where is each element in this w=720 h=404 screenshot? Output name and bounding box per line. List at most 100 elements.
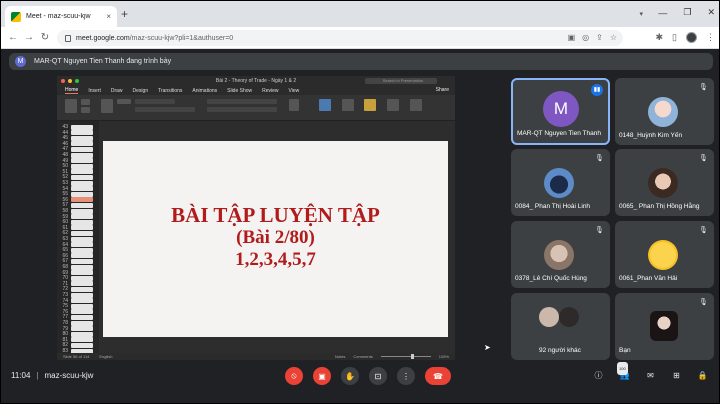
hand-icon: ✋ bbox=[345, 371, 355, 381]
activities-icon[interactable]: ⊞ bbox=[670, 369, 683, 382]
status-zoom: 105% bbox=[438, 354, 449, 359]
participant-name: 0061_Phan Văn Hải bbox=[619, 275, 678, 282]
ppt-search-box: Search in Presentation bbox=[365, 78, 437, 84]
current-slide: BÀI TẬP LUYỆN TẬP (Bài 2/80) 1,2,3,4,5,7 bbox=[103, 141, 448, 337]
participant-photo bbox=[648, 97, 678, 127]
camera-permission-icon[interactable]: ▣ bbox=[568, 33, 576, 42]
leave-call-button[interactable]: ☎ bbox=[425, 367, 451, 385]
presenting-banner: M MAR-QT Nguyen Tien Thanh đang trình bà… bbox=[9, 53, 713, 70]
mac-minimize-icon bbox=[68, 79, 72, 83]
ppt-tab-insert: Insert bbox=[88, 87, 101, 94]
url-domain: meet.google.com bbox=[76, 34, 130, 42]
browser-window: Meet - maz-scuu-kjw × + ▾ — ❐ ✕ ← → ↻ me… bbox=[0, 0, 720, 404]
status-comments: Comments bbox=[353, 354, 373, 359]
present-button[interactable]: ⊡ bbox=[369, 367, 387, 385]
camera-off-icon: ▣ bbox=[318, 371, 326, 381]
maximize-icon[interactable]: ❐ bbox=[683, 7, 691, 18]
participant-tile[interactable]: 🎙︎ 0061_Phan Văn Hải bbox=[615, 221, 714, 288]
host-controls-icon[interactable]: 🔒 bbox=[696, 369, 709, 382]
ppt-tab-transitions: Transitions bbox=[158, 87, 183, 94]
tab-search-icon[interactable]: ▾ bbox=[639, 10, 643, 18]
meeting-time: 11:04 bbox=[11, 371, 31, 380]
participant-tile[interactable]: 🎙︎ 0148_Huỳnh Kim Yến bbox=[615, 78, 714, 145]
browser-toolbar: ← → ↻ meet.google.com/maz-scuu-kjw?pli=1… bbox=[1, 27, 719, 49]
meet-favicon-icon bbox=[11, 11, 21, 22]
camera-toggle-button[interactable]: ▣ bbox=[313, 367, 331, 385]
participant-photo bbox=[648, 240, 678, 270]
google-lens-icon[interactable]: ◎ bbox=[582, 33, 589, 42]
separator: | bbox=[36, 371, 39, 380]
self-tile[interactable]: 🎙︎ Bạn bbox=[615, 293, 714, 360]
participant-photo bbox=[544, 240, 574, 270]
zoom-slider bbox=[380, 354, 431, 359]
slide-content: BÀI TẬP LUYỆN TẬP (Bài 2/80) 1,2,3,4,5,7 bbox=[103, 203, 448, 271]
self-video bbox=[650, 311, 678, 341]
slide-subheading: (Bài 2/80) bbox=[236, 227, 315, 248]
status-notes: Notes bbox=[334, 354, 346, 359]
meeting-details-icon[interactable]: ⓘ bbox=[592, 369, 605, 382]
presenting-text: MAR-QT Nguyen Tien Thanh đang trình bày bbox=[34, 58, 172, 65]
mic-off-icon: 🎙︎ bbox=[699, 299, 708, 306]
participant-photo bbox=[539, 307, 559, 327]
slide-heading: BÀI TẬP LUYỆN TẬP bbox=[171, 203, 380, 227]
status-slide-count: Slide 56 of 114 bbox=[63, 354, 90, 359]
reload-icon[interactable]: ↻ bbox=[37, 32, 53, 43]
status-language: English bbox=[99, 354, 113, 359]
end-call-icon: ☎ bbox=[433, 371, 443, 381]
participant-tile[interactable]: 🎙︎ 0084_ Phan Thị Hoài Linh bbox=[511, 149, 610, 216]
people-button[interactable]: 100 👥 bbox=[617, 362, 631, 382]
ppt-tab-slide-show: Slide Show bbox=[227, 87, 253, 94]
ppt-ribbon bbox=[57, 95, 455, 121]
participant-name: MAR-QT Nguyen Tien Thanh bbox=[517, 130, 601, 137]
ppt-tab-home: Home bbox=[65, 87, 79, 94]
participant-tile[interactable]: M ▮▮ MAR-QT Nguyen Tien Thanh bbox=[511, 78, 610, 145]
chat-icon[interactable]: ✉ bbox=[644, 369, 657, 382]
mic-off-icon: ⦸ bbox=[291, 371, 297, 380]
speaking-indicator-icon: ▮▮ bbox=[591, 84, 603, 96]
ppt-status-bar: Slide 56 of 114 English Notes Comments 1… bbox=[57, 353, 455, 360]
ppt-tab-view: View bbox=[288, 87, 300, 94]
mic-toggle-button[interactable]: ⦸ bbox=[285, 367, 303, 385]
participant-name: 0148_Huỳnh Kim Yến bbox=[619, 132, 683, 139]
call-controls: ⦸ ▣ ✋ ⊡ ⋮ ☎ bbox=[285, 367, 451, 385]
slide-exercise-list: 1,2,3,4,5,7 bbox=[235, 249, 316, 270]
mac-zoom-icon bbox=[75, 79, 79, 83]
participant-name: 0084_ Phan Thị Hoài Linh bbox=[515, 203, 591, 210]
shared-screen: Bài 2 - Theory of Trade - Ngày 1 & 2 Sea… bbox=[57, 76, 455, 360]
bookmark-star-icon[interactable]: ☆ bbox=[610, 33, 617, 42]
participant-avatar: M bbox=[543, 91, 579, 127]
share-icon[interactable]: ⇪ bbox=[596, 33, 603, 42]
slide-thumbnails[interactable]: 43 44 45 46 47 48 49 50 51 52 53 54 55 56 57 58 59 60 61 62… bbox=[57, 121, 99, 354]
back-icon[interactable]: ← bbox=[5, 32, 21, 43]
minimize-icon[interactable]: — bbox=[658, 8, 667, 18]
side-controls: ⓘ 100 👥 ✉ ⊞ 🔒 bbox=[592, 362, 709, 382]
slide-editor-area: BÀI TẬP LUYỆN TẬP (Bài 2/80) 1,2,3,4,5,7 bbox=[99, 121, 455, 353]
mic-off-icon: 🎙︎ bbox=[699, 227, 708, 234]
address-bar[interactable]: meet.google.com/maz-scuu-kjw?pli=1&authu… bbox=[57, 30, 623, 46]
meeting-code: maz-scuu-kjw bbox=[44, 371, 94, 380]
participant-photo bbox=[648, 168, 678, 198]
tab-title: Meet - maz-scuu-kjw bbox=[26, 13, 91, 20]
browser-tab[interactable]: Meet - maz-scuu-kjw × bbox=[5, 6, 117, 27]
side-panel-icon[interactable]: ▯ bbox=[672, 32, 677, 43]
ppt-title-bar: Bài 2 - Theory of Trade - Ngày 1 & 2 Sea… bbox=[57, 76, 455, 86]
url-path: /maz-scuu-kjw?pli=1&authuser=0 bbox=[129, 34, 234, 42]
menu-kebab-icon[interactable]: ⋮ bbox=[706, 32, 715, 43]
extensions-icon[interactable]: ✱ bbox=[656, 32, 664, 43]
participant-tile[interactable]: 🎙︎ 0065_ Phan Thị Hồng Hằng bbox=[615, 149, 714, 216]
participant-tile[interactable]: 🎙︎ 0378_Lê Chí Quốc Hùng bbox=[511, 221, 610, 288]
ppt-ribbon-tabs: Home Insert Draw Design Transitions Animation… bbox=[57, 86, 455, 95]
close-tab-icon[interactable]: × bbox=[106, 12, 111, 21]
forward-icon[interactable]: → bbox=[21, 32, 37, 43]
others-tile[interactable]: 92 người khác bbox=[511, 293, 610, 360]
participant-photo bbox=[544, 168, 574, 198]
new-tab-button[interactable]: + bbox=[121, 8, 128, 20]
lock-icon bbox=[65, 34, 71, 42]
participant-photo bbox=[559, 307, 579, 327]
raise-hand-button[interactable]: ✋ bbox=[341, 367, 359, 385]
profile-avatar[interactable] bbox=[686, 32, 697, 43]
meeting-info: 11:04 | maz-scuu-kjw bbox=[11, 371, 93, 380]
close-window-icon[interactable]: ✕ bbox=[707, 7, 715, 18]
ppt-tab-review: Review bbox=[262, 87, 279, 94]
more-options-button[interactable]: ⋮ bbox=[397, 367, 415, 385]
